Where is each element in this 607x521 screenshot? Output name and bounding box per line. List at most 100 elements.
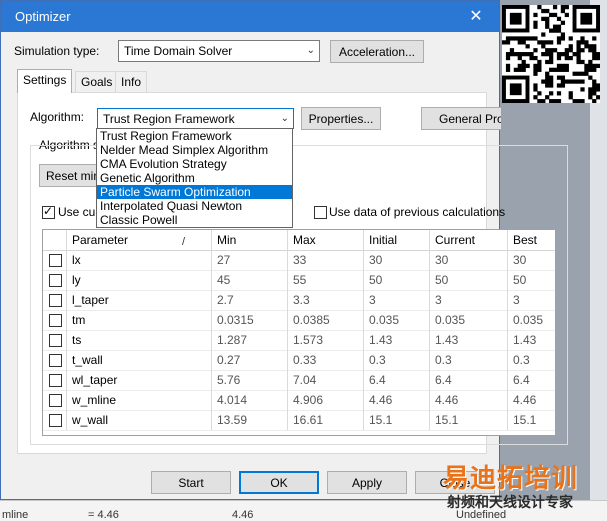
cell-best[interactable]: 3 [508,290,555,310]
table-row[interactable]: l_taper 2.7 3.3 3 3 3 [43,290,555,311]
algorithm-label: Algorithm: [30,110,85,124]
cell-min[interactable]: 2.7 [212,290,288,310]
cell-best[interactable]: 30 [508,250,555,270]
tab-goals[interactable]: Goals [75,71,119,92]
cell-initial[interactable]: 0.035 [364,310,430,330]
table-row[interactable]: lx 27 33 30 30 30 [43,250,555,271]
cell-parameter: wl_taper [67,370,212,390]
cell-min[interactable]: 0.27 [212,350,288,370]
apply-button[interactable]: Apply [327,471,407,494]
cell-max[interactable]: 0.0385 [288,310,364,330]
cell-initial[interactable]: 30 [364,250,430,270]
algorithm-select[interactable]: Trust Region Framework ⌄ [97,108,294,129]
cell-best[interactable]: 0.3 [508,350,555,370]
table-row[interactable]: ly 45 55 50 50 50 [43,270,555,291]
tab-settings[interactable]: Settings [17,69,73,93]
cell-initial[interactable]: 15.1 [364,410,430,430]
dropdown-option[interactable]: Nelder Mead Simplex Algorithm [97,143,292,157]
cell-best[interactable]: 6.4 [508,370,555,390]
cell-current[interactable]: 50 [430,270,508,290]
dropdown-option[interactable]: Classic Powell [97,213,292,227]
cell-min[interactable]: 13.59 [212,410,288,430]
cell-current[interactable]: 6.4 [430,370,508,390]
row-select-checkbox[interactable] [49,414,62,427]
cell-current[interactable]: 0.035 [430,310,508,330]
cell-parameter: ly [67,270,212,290]
cell-current[interactable]: 3 [430,290,508,310]
cell-initial[interactable]: 3 [364,290,430,310]
cell-current[interactable]: 1.43 [430,330,508,350]
column-header-current[interactable]: Current [430,230,508,250]
cell-min[interactable]: 0.0315 [212,310,288,330]
row-select-checkbox[interactable] [49,394,62,407]
column-header-min[interactable]: Min [212,230,288,250]
cell-min[interactable]: 1.287 [212,330,288,350]
cell-best[interactable]: 1.43 [508,330,555,350]
cell-min[interactable]: 4.014 [212,390,288,410]
row-checkbox-cell [43,390,67,410]
general-properties-button[interactable]: General Pro [421,107,501,130]
window-title: Optimizer [15,9,71,24]
table-row[interactable]: tm 0.0315 0.0385 0.035 0.035 0.035 [43,310,555,331]
cell-current[interactable]: 15.1 [430,410,508,430]
row-select-checkbox[interactable] [49,334,62,347]
table-row[interactable]: wl_taper 5.76 7.04 6.4 6.4 6.4 [43,370,555,391]
cell-current[interactable]: 0.3 [430,350,508,370]
cell-min[interactable]: 5.76 [212,370,288,390]
chevron-down-icon: ⌄ [306,45,315,56]
row-select-checkbox[interactable] [49,314,62,327]
simulation-type-value: Time Domain Solver [124,44,233,58]
column-header-parameter[interactable]: Parameter / [67,230,212,250]
dropdown-option[interactable]: Interpolated Quasi Newton [97,199,292,213]
cell-parameter: lx [67,250,212,270]
column-header-max[interactable]: Max [288,230,364,250]
cell-max[interactable]: 1.573 [288,330,364,350]
cell-initial[interactable]: 4.46 [364,390,430,410]
table-row[interactable]: w_wall 13.59 16.61 15.1 15.1 15.1 [43,410,555,431]
row-select-checkbox[interactable] [49,294,62,307]
cell-best[interactable]: 50 [508,270,555,290]
cell-min[interactable]: 45 [212,270,288,290]
title-bar[interactable]: Optimizer ✕ [1,1,499,32]
close-icon[interactable]: ✕ [453,1,499,32]
cell-initial[interactable]: 50 [364,270,430,290]
cell-max[interactable]: 0.33 [288,350,364,370]
cell-initial[interactable]: 6.4 [364,370,430,390]
dropdown-option[interactable]: Trust Region Framework [97,129,292,143]
cell-min[interactable]: 27 [212,250,288,270]
simulation-type-label: Simulation type: [14,44,100,58]
tab-info[interactable]: Info [115,71,148,92]
column-header-initial[interactable]: Initial [364,230,430,250]
start-button[interactable]: Start [151,471,231,494]
simulation-type-select[interactable]: Time Domain Solver ⌄ [118,40,320,62]
table-row[interactable]: w_mline 4.014 4.906 4.46 4.46 4.46 [43,390,555,411]
table-header: Parameter / Min Max Initial Current Best [43,230,555,251]
cell-current[interactable]: 4.46 [430,390,508,410]
table-row[interactable]: ts 1.287 1.573 1.43 1.43 1.43 [43,330,555,351]
row-select-checkbox[interactable] [49,274,62,287]
cell-max[interactable]: 16.61 [288,410,364,430]
dropdown-option[interactable]: CMA Evolution Strategy [97,157,292,171]
cell-max[interactable]: 33 [288,250,364,270]
cell-best[interactable]: 4.46 [508,390,555,410]
cell-max[interactable]: 7.04 [288,370,364,390]
cell-initial[interactable]: 0.3 [364,350,430,370]
row-select-checkbox[interactable] [49,374,62,387]
cell-best[interactable]: 15.1 [508,410,555,430]
cell-max[interactable]: 55 [288,270,364,290]
table-row[interactable]: t_wall 0.27 0.33 0.3 0.3 0.3 [43,350,555,371]
acceleration-button[interactable]: Acceleration... [330,40,424,63]
cell-max[interactable]: 4.906 [288,390,364,410]
dropdown-option[interactable]: Particle Swarm Optimization [97,185,292,199]
cell-initial[interactable]: 1.43 [364,330,430,350]
ok-button[interactable]: OK [239,471,319,494]
row-select-checkbox[interactable] [49,254,62,267]
cell-current[interactable]: 30 [430,250,508,270]
cell-max[interactable]: 3.3 [288,290,364,310]
properties-button[interactable]: Properties... [301,107,381,130]
dropdown-option[interactable]: Genetic Algorithm [97,171,292,185]
row-select-checkbox[interactable] [49,354,62,367]
cell-best[interactable]: 0.035 [508,310,555,330]
column-header-best[interactable]: Best [508,230,555,250]
algorithm-dropdown-list[interactable]: Trust Region Framework Nelder Mead Simple… [96,128,293,228]
